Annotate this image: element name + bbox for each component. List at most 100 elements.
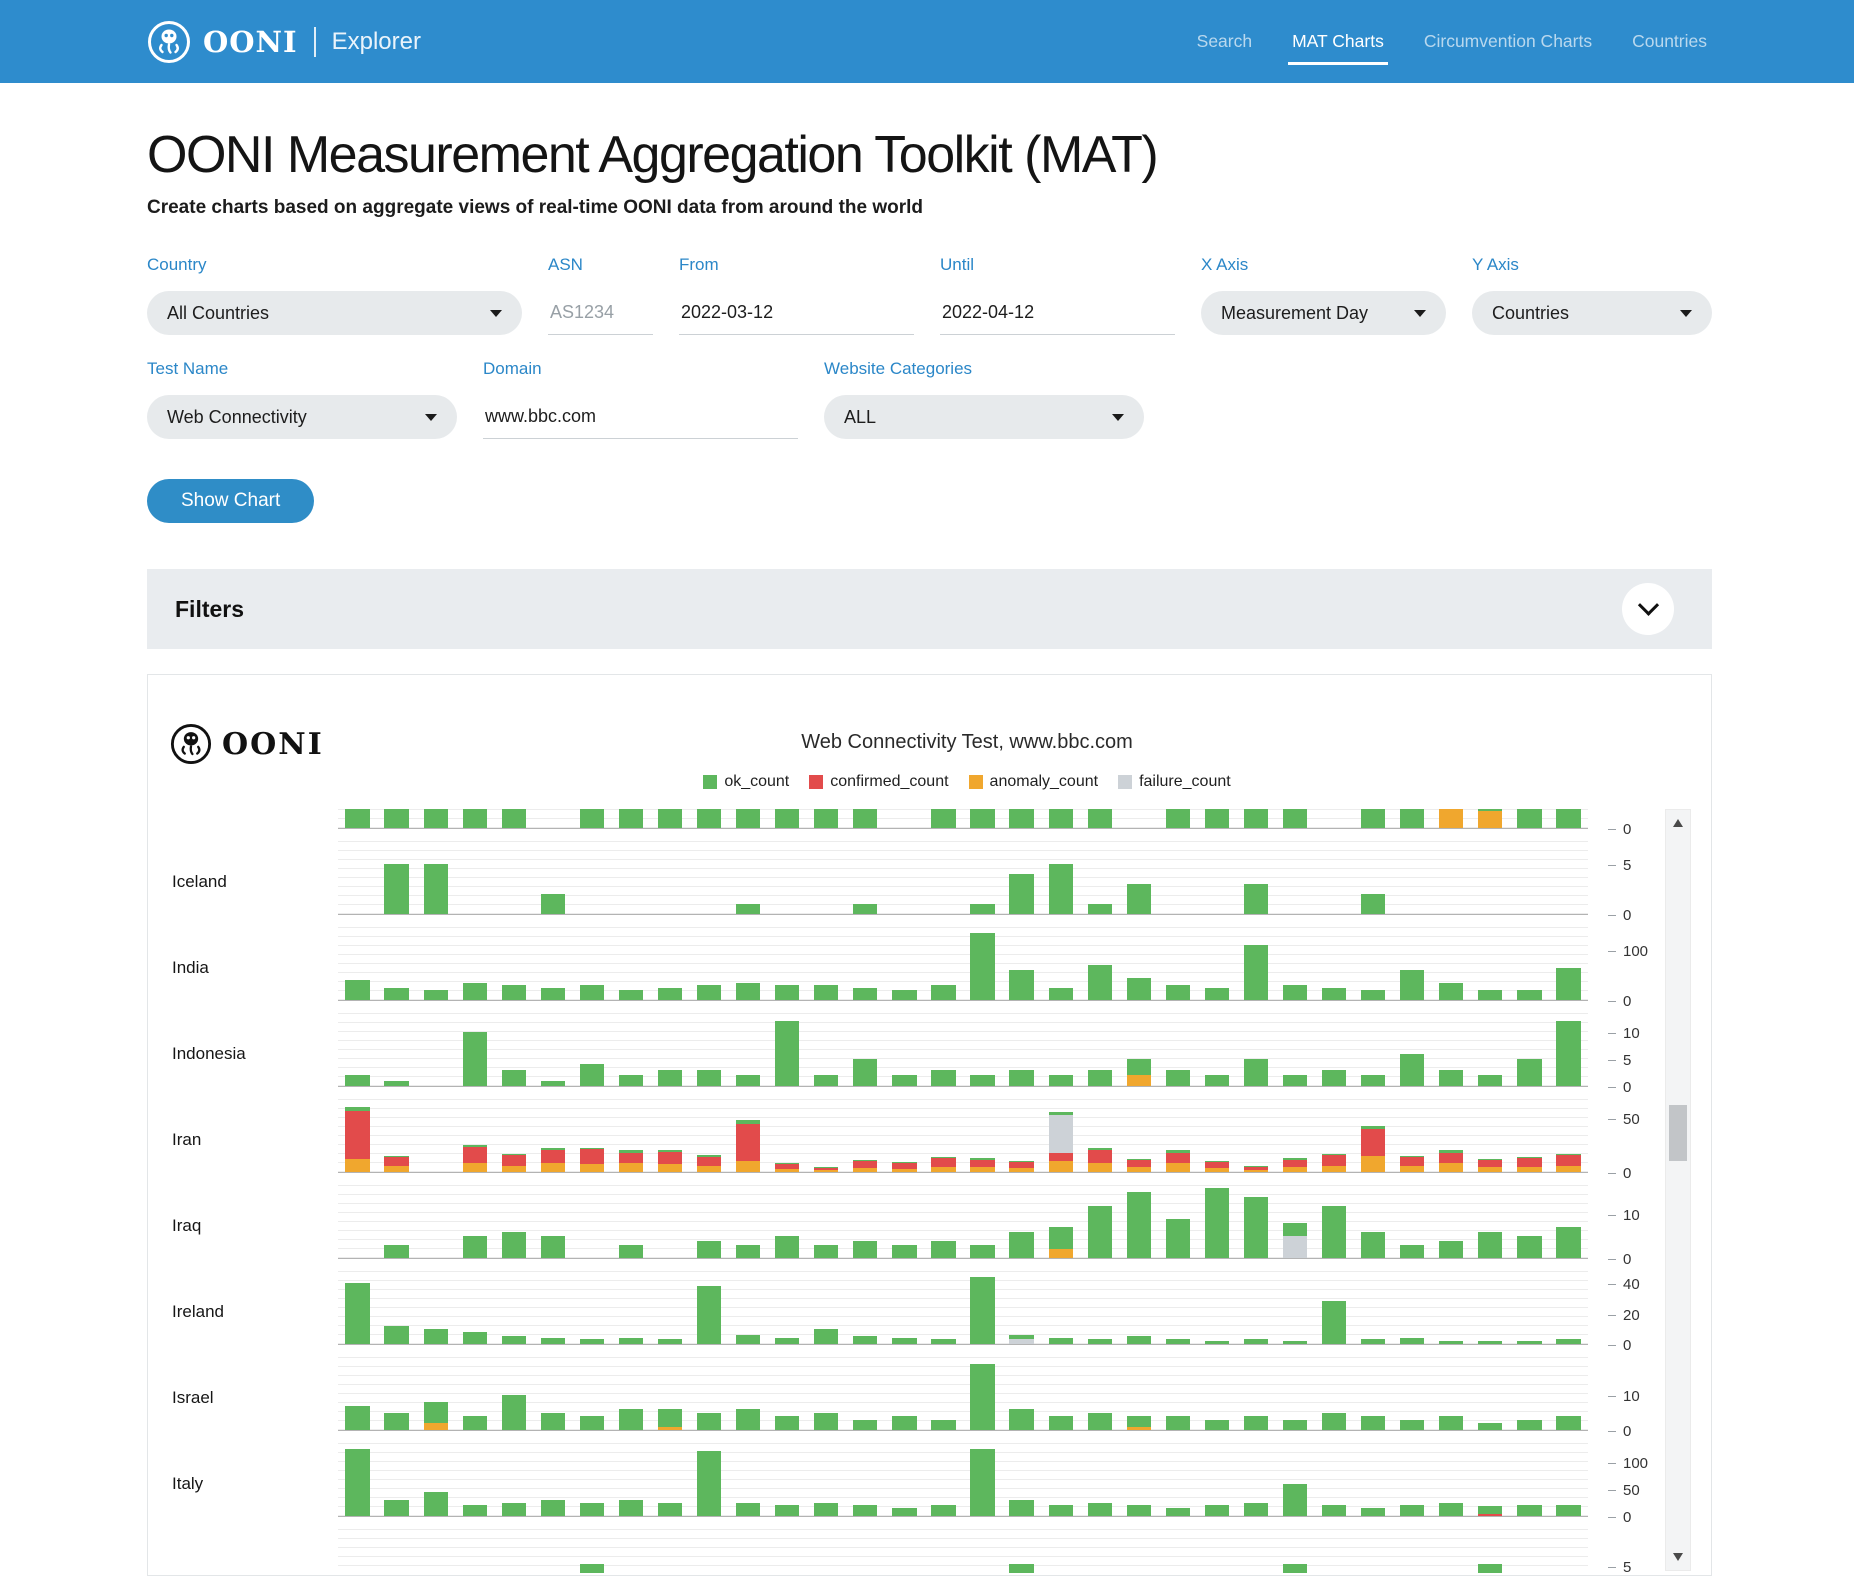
stacked-bar[interactable] xyxy=(1556,1339,1580,1344)
stacked-bar[interactable] xyxy=(384,1245,408,1258)
stacked-bar[interactable] xyxy=(853,1336,877,1344)
stacked-bar[interactable] xyxy=(1556,1227,1580,1258)
stacked-bar[interactable] xyxy=(775,1338,799,1344)
stacked-bar[interactable] xyxy=(1283,1223,1307,1258)
stacked-bar[interactable] xyxy=(1400,1156,1424,1172)
stacked-bar[interactable] xyxy=(1517,1157,1541,1172)
stacked-bar[interactable] xyxy=(1439,1416,1463,1430)
stacked-bar[interactable] xyxy=(1009,1232,1033,1258)
stacked-bar[interactable] xyxy=(424,864,448,914)
stacked-bar[interactable] xyxy=(1283,1158,1307,1172)
stacked-bar[interactable] xyxy=(970,1364,994,1431)
stacked-bar[interactable] xyxy=(463,1416,487,1430)
stacked-bar[interactable] xyxy=(853,1420,877,1431)
stacked-bar[interactable] xyxy=(1009,809,1033,828)
stacked-bar[interactable] xyxy=(970,1277,994,1344)
stacked-bar[interactable] xyxy=(463,1145,487,1172)
stacked-bar[interactable] xyxy=(384,1326,408,1344)
stacked-bar[interactable] xyxy=(463,1505,487,1516)
stacked-bar[interactable] xyxy=(970,933,994,1001)
legend-item[interactable]: anomaly_count xyxy=(969,773,1099,791)
stacked-bar[interactable] xyxy=(1517,1341,1541,1344)
stacked-bar[interactable] xyxy=(463,1032,487,1086)
stacked-bar[interactable] xyxy=(970,1158,994,1172)
stacked-bar[interactable] xyxy=(1322,1154,1346,1172)
stacked-bar[interactable] xyxy=(1439,1070,1463,1086)
stacked-bar[interactable] xyxy=(345,809,369,828)
stacked-bar[interactable] xyxy=(1088,1070,1112,1086)
stacked-bar[interactable] xyxy=(1478,1075,1502,1086)
stacked-bar[interactable] xyxy=(697,1286,721,1344)
stacked-bar[interactable] xyxy=(814,1167,838,1172)
stacked-bar[interactable] xyxy=(892,1075,916,1086)
stacked-bar[interactable] xyxy=(384,1156,408,1172)
stacked-bar[interactable] xyxy=(1127,978,1151,1001)
stacked-bar[interactable] xyxy=(736,809,760,828)
stacked-bar[interactable] xyxy=(1009,1335,1033,1344)
stacked-bar[interactable] xyxy=(1049,988,1073,1001)
stacked-bar[interactable] xyxy=(697,1241,721,1259)
stacked-bar[interactable] xyxy=(970,809,994,828)
stacked-bar[interactable] xyxy=(658,1503,682,1516)
stacked-bar[interactable] xyxy=(463,1236,487,1258)
stacked-bar[interactable] xyxy=(1478,809,1502,828)
stacked-bar[interactable] xyxy=(502,1503,526,1516)
x-axis-select[interactable]: Measurement Day xyxy=(1201,291,1446,335)
stacked-bar[interactable] xyxy=(580,1503,604,1516)
stacked-bar[interactable] xyxy=(580,809,604,828)
stacked-bar[interactable] xyxy=(502,1336,526,1344)
stacked-bar[interactable] xyxy=(1088,904,1112,914)
legend-item[interactable]: ok_count xyxy=(703,773,789,791)
stacked-bar[interactable] xyxy=(736,904,760,914)
stacked-bar[interactable] xyxy=(1556,1416,1580,1430)
stacked-bar[interactable] xyxy=(541,1236,565,1258)
stacked-bar[interactable] xyxy=(658,1409,682,1430)
stacked-bar[interactable] xyxy=(1244,1166,1268,1172)
stacked-bar[interactable] xyxy=(1322,1206,1346,1259)
stacked-bar[interactable] xyxy=(814,1503,838,1516)
stacked-bar[interactable] xyxy=(931,1157,955,1172)
stacked-bar[interactable] xyxy=(619,1409,643,1430)
stacked-bar[interactable] xyxy=(345,1449,369,1516)
stacked-bar[interactable] xyxy=(1244,1197,1268,1258)
stacked-bar[interactable] xyxy=(580,1339,604,1344)
stacked-bar[interactable] xyxy=(1127,1159,1151,1172)
stacked-bar[interactable] xyxy=(1478,1564,1502,1574)
stacked-bar[interactable] xyxy=(814,1413,838,1431)
stacked-bar[interactable] xyxy=(931,1505,955,1516)
stacked-bar[interactable] xyxy=(658,1339,682,1344)
stacked-bar[interactable] xyxy=(853,809,877,828)
stacked-bar[interactable] xyxy=(1517,990,1541,1000)
stacked-bar[interactable] xyxy=(892,1162,916,1172)
stacked-bar[interactable] xyxy=(775,1416,799,1430)
stacked-bar[interactable] xyxy=(345,1107,369,1172)
stacked-bar[interactable] xyxy=(1049,809,1073,828)
legend-item[interactable]: confirmed_count xyxy=(809,773,948,791)
stacked-bar[interactable] xyxy=(736,1245,760,1258)
stacked-bar[interactable] xyxy=(1556,968,1580,1001)
stacked-bar[interactable] xyxy=(1049,864,1073,914)
stacked-bar[interactable] xyxy=(1127,1505,1151,1516)
stacked-bar[interactable] xyxy=(814,1329,838,1344)
until-date-input[interactable] xyxy=(940,291,1175,335)
stacked-bar[interactable] xyxy=(619,1500,643,1516)
stacked-bar[interactable] xyxy=(541,988,565,1001)
stacked-bar[interactable] xyxy=(1283,985,1307,1000)
stacked-bar[interactable] xyxy=(1439,1241,1463,1259)
stacked-bar[interactable] xyxy=(697,809,721,828)
stacked-bar[interactable] xyxy=(1283,1564,1307,1574)
stacked-bar[interactable] xyxy=(1439,809,1463,828)
stacked-bar[interactable] xyxy=(1049,1227,1073,1258)
stacked-bar[interactable] xyxy=(736,1503,760,1516)
stacked-bar[interactable] xyxy=(580,1148,604,1172)
stacked-bar[interactable] xyxy=(853,1160,877,1172)
stacked-bar[interactable] xyxy=(619,1150,643,1172)
stacked-bar[interactable] xyxy=(1127,1059,1151,1086)
stacked-bar[interactable] xyxy=(1205,1075,1229,1086)
stacked-bar[interactable] xyxy=(1517,1059,1541,1086)
stacked-bar[interactable] xyxy=(1361,1416,1385,1430)
stacked-bar[interactable] xyxy=(384,1413,408,1431)
website-categories-select[interactable]: ALL xyxy=(824,395,1144,439)
stacked-bar[interactable] xyxy=(1283,1341,1307,1344)
stacked-bar[interactable] xyxy=(892,1245,916,1258)
